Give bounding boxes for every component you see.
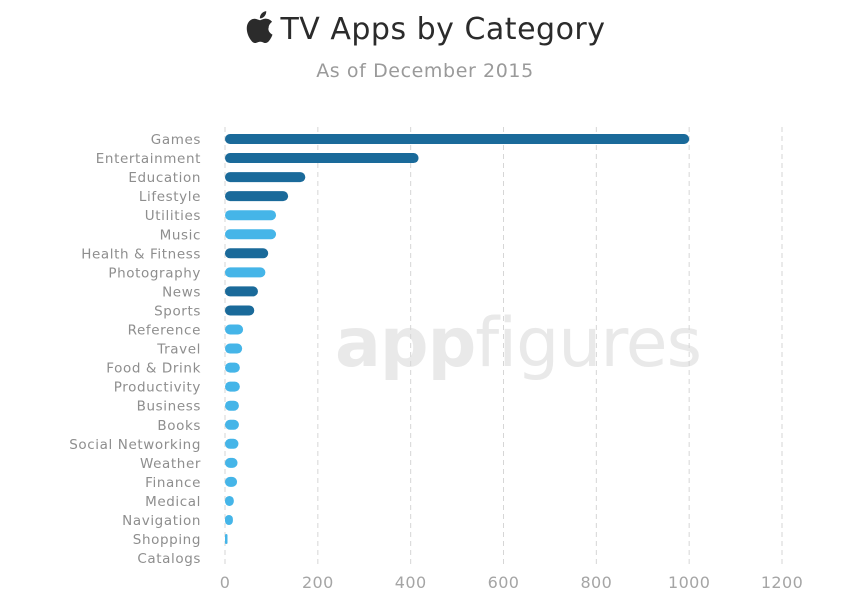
category-label: Navigation bbox=[122, 513, 201, 529]
category-label: Finance bbox=[145, 475, 201, 491]
bar bbox=[225, 458, 238, 468]
bar bbox=[225, 286, 258, 296]
bar bbox=[225, 534, 228, 544]
bar bbox=[225, 229, 276, 239]
category-label: News bbox=[162, 284, 201, 300]
bar bbox=[225, 344, 242, 354]
bar-chart: appfigures Games Entertainment Education Li… bbox=[0, 0, 850, 604]
bar bbox=[225, 267, 265, 277]
category-labels: Games Entertainment Education Lifestyle Util… bbox=[69, 132, 201, 567]
category-label: Reference bbox=[128, 323, 201, 339]
bar bbox=[225, 172, 305, 182]
appfigures-watermark: appfigures bbox=[335, 304, 701, 383]
category-label: Sports bbox=[154, 303, 201, 319]
category-label: Shopping bbox=[133, 532, 201, 548]
bar bbox=[225, 191, 288, 201]
category-label: Medical bbox=[145, 494, 201, 510]
category-label: Health & Fitness bbox=[81, 246, 201, 262]
bar bbox=[225, 363, 240, 373]
category-label: Music bbox=[160, 227, 201, 243]
bar bbox=[225, 420, 239, 430]
category-label: Utilities bbox=[145, 208, 201, 224]
category-label: Productivity bbox=[114, 380, 201, 396]
x-tick-label: 0 bbox=[220, 573, 231, 592]
category-label: Weather bbox=[140, 456, 201, 472]
bar bbox=[225, 401, 239, 411]
category-label: Education bbox=[128, 170, 201, 186]
category-label: Entertainment bbox=[96, 151, 201, 167]
category-label: Business bbox=[137, 399, 201, 415]
bar bbox=[225, 153, 419, 163]
x-tick-label: 400 bbox=[395, 573, 427, 592]
bar bbox=[225, 439, 238, 449]
x-axis-ticks: 0 200 400 600 800 1000 1200 bbox=[220, 573, 803, 592]
category-label: Travel bbox=[156, 342, 201, 358]
bar bbox=[225, 210, 276, 220]
category-label: Social Networking bbox=[69, 437, 201, 453]
bar bbox=[225, 382, 240, 392]
bar bbox=[225, 477, 237, 487]
category-label: Games bbox=[151, 132, 201, 148]
category-label: Books bbox=[157, 418, 201, 434]
x-tick-label: 200 bbox=[302, 573, 334, 592]
bar bbox=[225, 496, 234, 506]
bar bbox=[225, 515, 233, 525]
watermark-bold: app bbox=[335, 304, 475, 383]
x-tick-label: 1200 bbox=[761, 573, 803, 592]
category-label: Lifestyle bbox=[139, 189, 201, 205]
category-label: Catalogs bbox=[137, 551, 201, 567]
watermark-light: figures bbox=[475, 304, 701, 383]
category-label: Photography bbox=[108, 265, 201, 281]
bar bbox=[225, 325, 243, 335]
x-tick-label: 1000 bbox=[668, 573, 710, 592]
category-label: Food & Drink bbox=[106, 361, 201, 377]
bar bbox=[225, 134, 689, 144]
bar bbox=[225, 305, 254, 315]
bar bbox=[225, 248, 268, 258]
x-tick-label: 800 bbox=[580, 573, 612, 592]
x-tick-label: 600 bbox=[488, 573, 520, 592]
